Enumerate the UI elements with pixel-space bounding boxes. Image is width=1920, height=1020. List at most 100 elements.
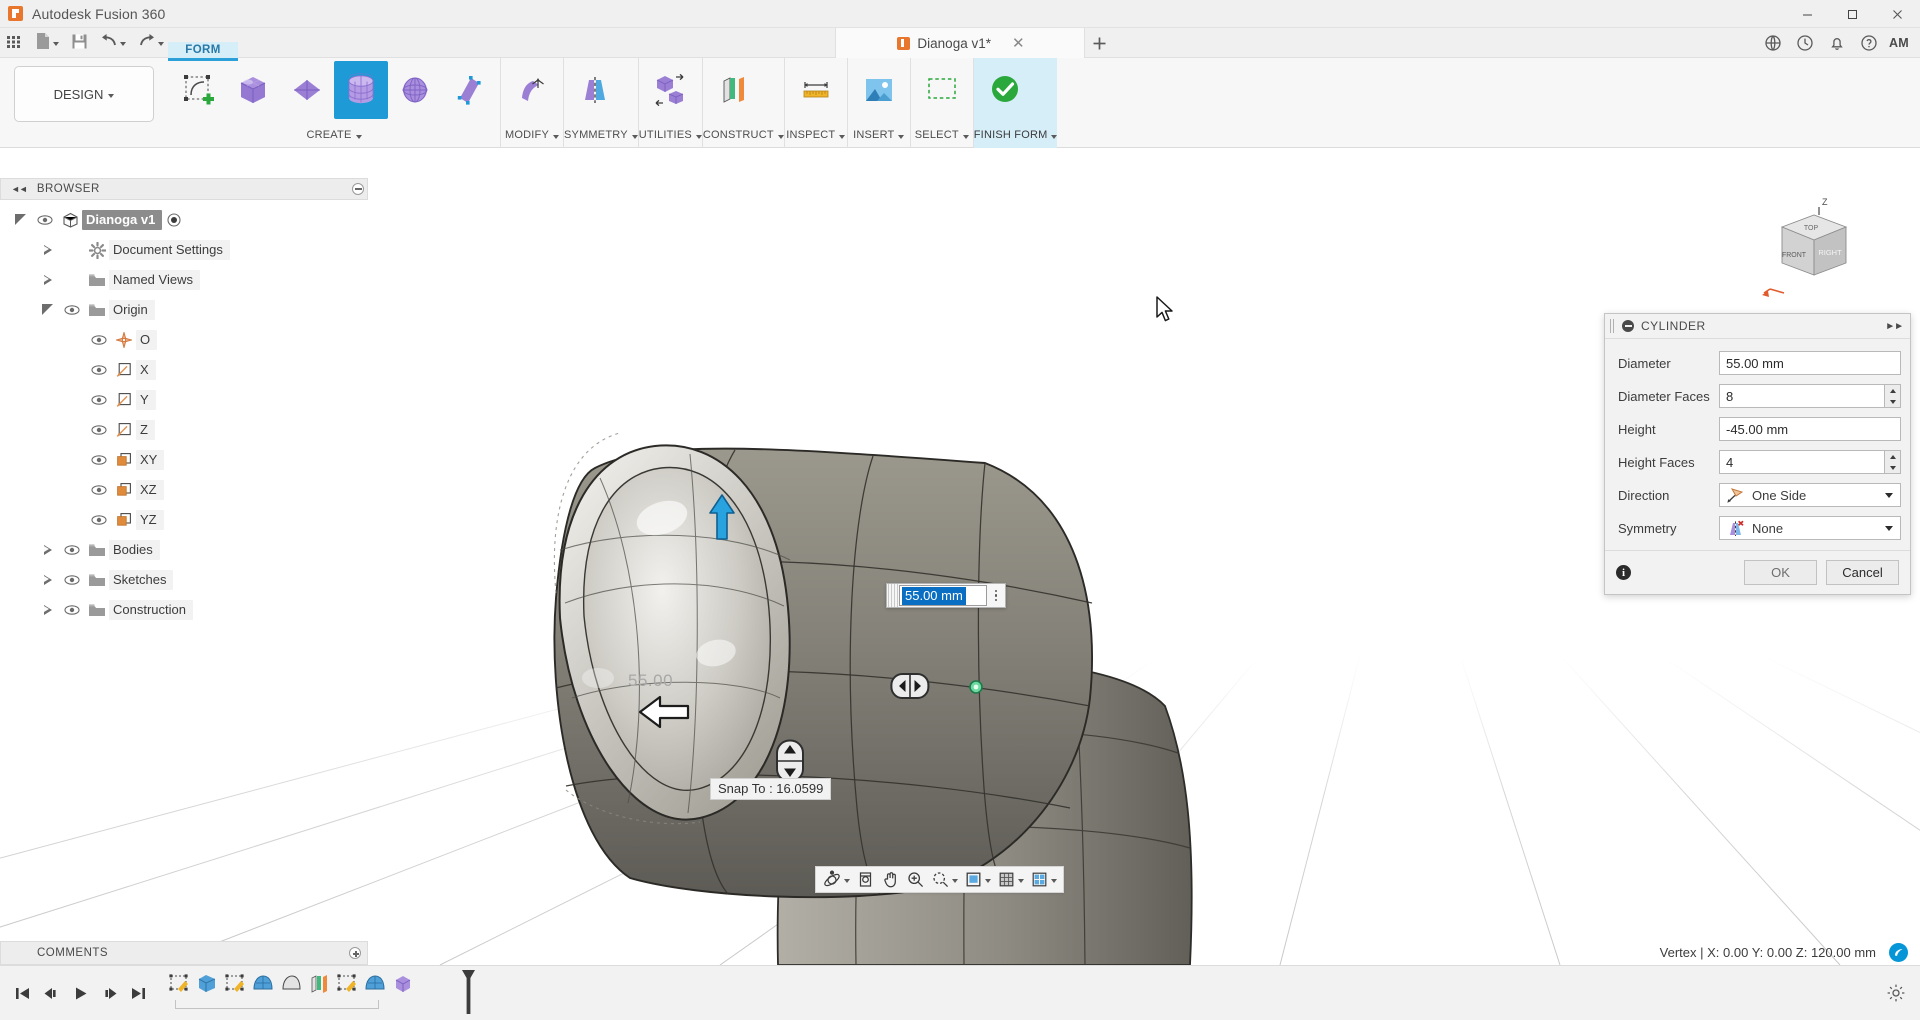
zoom-fit-button[interactable] [928, 867, 961, 892]
workspace-selector[interactable]: DESIGN [14, 66, 154, 122]
expand-arrow-icon[interactable] [37, 595, 59, 625]
info-icon[interactable]: i [1616, 565, 1631, 580]
viewports-button[interactable] [1027, 867, 1060, 892]
field-input[interactable]: 55.00 mm [1719, 351, 1901, 375]
field-dropdown[interactable]: One Side [1719, 483, 1901, 507]
browser-node-sketches[interactable]: Sketches [0, 565, 375, 595]
drag-grip-icon[interactable] [888, 584, 898, 607]
offset-plane-feature-icon[interactable] [306, 970, 332, 998]
browser-node-x[interactable]: X [0, 355, 375, 385]
close-icon[interactable]: ✕ [1012, 36, 1025, 51]
panel-create-label[interactable]: CREATE [168, 122, 500, 148]
torus-icon[interactable] [442, 61, 496, 119]
dimension-input-field[interactable]: 55.00 mm [899, 585, 987, 606]
visibility-eye-icon[interactable] [86, 355, 112, 385]
extensions-icon[interactable] [1758, 28, 1788, 58]
look-at-button[interactable] [853, 867, 878, 892]
sketch-feature-icon[interactable] [334, 970, 360, 998]
pin-icon[interactable] [349, 180, 367, 198]
finish-form-check-icon[interactable] [978, 61, 1032, 119]
form-edit-feature-icon[interactable] [390, 970, 416, 998]
visibility-eye-icon[interactable] [86, 415, 112, 445]
visibility-eye-icon[interactable] [59, 535, 85, 565]
maximize-button[interactable] [1830, 0, 1875, 28]
visibility-eye-icon[interactable] [86, 445, 112, 475]
offset-plane-icon[interactable] [707, 61, 761, 119]
sketch-feature-icon[interactable] [222, 970, 248, 998]
orbit-button[interactable] [819, 867, 853, 892]
panel-symmetry-label[interactable]: SYMMETRY [564, 122, 638, 148]
browser-node-construction[interactable]: Construction [0, 595, 375, 625]
panel-select-label[interactable]: SELECT [911, 122, 973, 148]
expand-arrow-icon[interactable] [37, 565, 59, 595]
browser-node-o[interactable]: O [0, 325, 375, 355]
stepper-up-button[interactable] [1885, 451, 1900, 462]
browser-node-origin[interactable]: Origin [0, 295, 375, 325]
document-tab-dianoga[interactable]: Dianoga v1* ✕ [835, 28, 1085, 58]
collapse-left-icon[interactable]: ◄◄ [11, 184, 27, 194]
visibility-eye-icon[interactable] [86, 325, 112, 355]
value-input-box[interactable]: 55.00 mm [886, 583, 1006, 608]
browser-node-y[interactable]: Y [0, 385, 375, 415]
mirror-internal-icon[interactable] [568, 61, 622, 119]
height-handle[interactable] [775, 739, 805, 783]
ok-button[interactable]: OK [1744, 560, 1817, 585]
stepper-down-button[interactable] [1885, 396, 1900, 407]
form-feature-icon[interactable] [250, 970, 276, 998]
edit-form-icon[interactable] [505, 61, 559, 119]
window-selection-icon[interactable] [915, 61, 969, 119]
expand-arrow-icon[interactable] [37, 235, 59, 265]
field-input[interactable]: 8 [1719, 384, 1884, 408]
panel-inspect-label[interactable]: INSPECT [785, 122, 847, 148]
sphere-icon[interactable] [388, 61, 442, 119]
value-options-button[interactable] [987, 590, 1005, 602]
insert-canvas-icon[interactable] [852, 61, 906, 119]
move-up-arrow-handle[interactable] [706, 493, 738, 541]
extrude-feature-icon[interactable] [194, 970, 220, 998]
browser-node-xz[interactable]: XZ [0, 475, 375, 505]
view-cube[interactable]: TOP FRONT RIGHT Z [1748, 193, 1868, 303]
minimize-button[interactable] [1785, 0, 1830, 28]
field-input[interactable]: -45.00 mm [1719, 417, 1901, 441]
zoom-window-button[interactable] [903, 867, 928, 892]
create-form-icon[interactable] [172, 61, 226, 119]
panel-construct-label[interactable]: CONSTRUCT [703, 122, 784, 148]
add-comment-icon[interactable] [349, 947, 361, 959]
convert-icon[interactable] [643, 61, 697, 119]
timeline-settings-icon[interactable] [1884, 981, 1908, 1005]
bell-icon[interactable] [1822, 28, 1852, 58]
pan-button[interactable] [878, 867, 903, 892]
new-tab-button[interactable] [1085, 28, 1114, 58]
visibility-eye-icon[interactable] [59, 595, 85, 625]
dialog-title-bar[interactable]: CYLINDER ►► [1605, 314, 1910, 339]
play-icon[interactable] [67, 978, 93, 1008]
visibility-eye-icon[interactable] [86, 385, 112, 415]
expand-arrow-icon[interactable] [37, 265, 59, 295]
visibility-eye-icon[interactable] [86, 505, 112, 535]
form-feature-icon[interactable] [362, 970, 388, 998]
scale-handle[interactable] [890, 671, 930, 701]
activate-radio-icon[interactable] [162, 205, 186, 235]
browser-node-named-views[interactable]: Named Views [0, 265, 375, 295]
field-input[interactable]: 4 [1719, 450, 1884, 474]
cylinder-icon[interactable] [334, 61, 388, 119]
fusion-help-icon[interactable] [1889, 943, 1908, 962]
jump-to-end-icon[interactable] [125, 978, 151, 1008]
plane-icon[interactable] [280, 61, 334, 119]
step-back-icon[interactable] [38, 978, 64, 1008]
browser-node-bodies[interactable]: Bodies [0, 535, 375, 565]
help-icon[interactable] [1854, 28, 1884, 58]
visibility-eye-icon[interactable] [59, 295, 85, 325]
expand-arrow-icon[interactable] [37, 535, 59, 565]
jobs-status-icon[interactable] [1790, 28, 1820, 58]
panel-utilities-label[interactable]: UTILITIES [639, 122, 702, 148]
stepper-up-button[interactable] [1885, 385, 1900, 396]
display-settings-button[interactable] [961, 867, 994, 892]
patch-feature-icon[interactable] [278, 970, 304, 998]
box-icon[interactable] [226, 61, 280, 119]
sketch-feature-icon[interactable] [166, 970, 192, 998]
measure-icon[interactable] [789, 61, 843, 119]
visibility-eye-icon[interactable] [59, 565, 85, 595]
panel-finish-form-label[interactable]: FINISH FORM [974, 122, 1058, 148]
expand-right-icon[interactable]: ►► [1885, 321, 1910, 332]
